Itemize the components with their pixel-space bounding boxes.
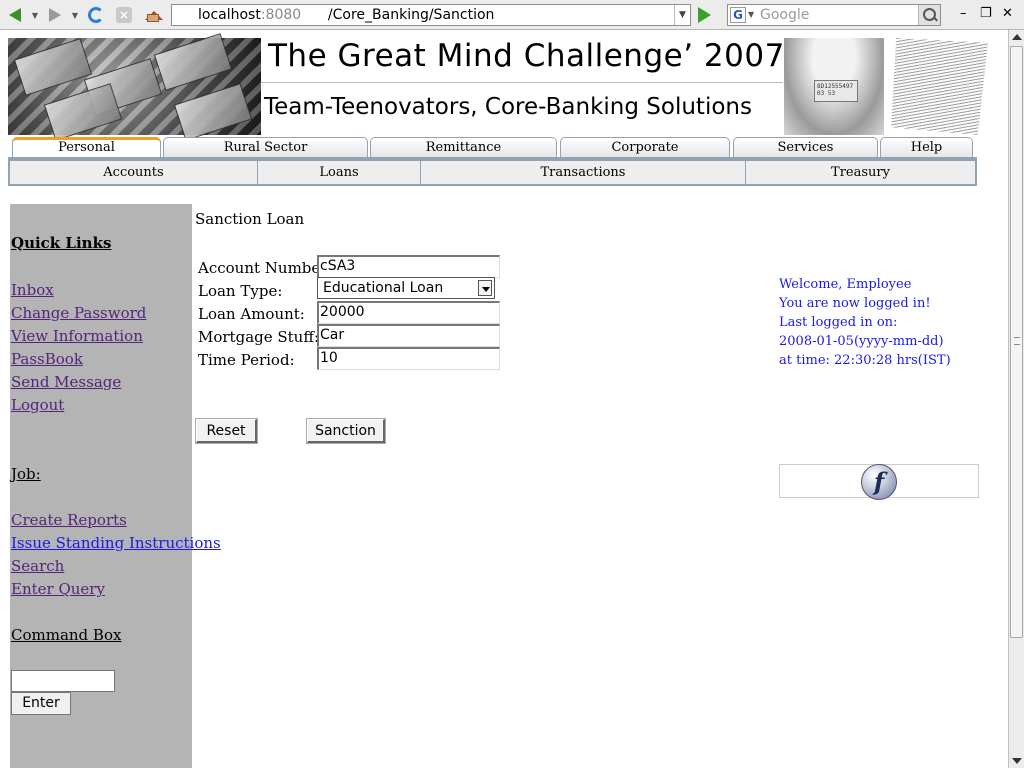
last-login-date: 2008-01-05(yyyy-mm-dd) (779, 334, 944, 349)
job-heading: Job: (11, 465, 41, 483)
sidebar-link-enter-query[interactable]: Enter Query (11, 580, 105, 598)
command-input[interactable] (11, 670, 115, 692)
url-port: :8080 (260, 7, 302, 23)
enter-button[interactable]: Enter (11, 692, 71, 715)
sidebar-link-create-reports[interactable]: Create Reports (11, 511, 127, 529)
stop-icon[interactable]: × (114, 4, 134, 26)
url-host: localhost (198, 7, 261, 23)
last-login-label: Last logged in on: (779, 315, 898, 330)
page-title: Sanction Loan (195, 210, 305, 228)
browser-toolbar: ▼ ▼ × localhost:8080 /Core_Banking/Sanct… (0, 0, 1024, 30)
subnav-accounts[interactable]: Accounts (10, 161, 258, 184)
vertical-scrollbar[interactable] (1008, 30, 1024, 768)
silver-bar-shape (43, 83, 123, 141)
subnav-loans[interactable]: Loans (258, 161, 421, 184)
mortgage-stuff-field[interactable]: Car (317, 324, 500, 347)
time-period-field[interactable]: 10 (317, 347, 500, 370)
home-icon-body (147, 14, 159, 22)
banner-title: The Great Mind Challenge’ 2007 (268, 38, 785, 74)
sidebar-link-logout[interactable]: Logout (11, 396, 64, 414)
loan-amount-label: Loan Amount: (198, 305, 305, 323)
scroll-up-icon[interactable] (1012, 34, 1022, 40)
reload-icon[interactable] (86, 4, 106, 26)
silver-bars-image (8, 33, 261, 141)
loan-type-select[interactable]: Educational Loan (317, 277, 495, 299)
scroll-down-icon[interactable] (1012, 758, 1022, 764)
back-history-dropdown-icon[interactable]: ▼ (30, 4, 40, 26)
money-stack-image (891, 38, 988, 135)
minimize-icon[interactable]: – (960, 6, 967, 21)
scrollbar-grip-icon (1014, 337, 1020, 345)
search-engine-dropdown-icon[interactable]: ▼ (748, 5, 754, 25)
loan-type-label: Loan Type: (198, 282, 283, 300)
quick-links-heading: Quick Links (11, 234, 112, 252)
url-bar[interactable]: localhost:8080 /Core_Banking/Sanction ▼ (171, 4, 691, 26)
sidebar-link-change-password[interactable]: Change Password (11, 304, 146, 322)
mortgage-stuff-label: Mortgage Stuff: (198, 328, 320, 346)
sidebar-link-view-information[interactable]: View Information (11, 327, 143, 345)
welcome-text: Welcome, Employee (779, 277, 912, 292)
search-placeholder: Google (760, 7, 810, 23)
search-engine-icon[interactable]: G (730, 7, 746, 23)
sidebar-link-search[interactable]: Search (11, 557, 64, 575)
sidebar-link-issue-standing-instructions[interactable]: Issue Standing Instructions (11, 534, 221, 552)
tab-services[interactable]: Services (733, 137, 878, 157)
tab-personal[interactable]: Personal (12, 137, 161, 157)
tab-corporate[interactable]: Corporate (560, 137, 730, 157)
tab-help[interactable]: Help (880, 137, 973, 157)
search-icon[interactable] (918, 5, 940, 25)
loan-type-value: Educational Loan (323, 280, 444, 296)
command-box-heading: Command Box (11, 626, 122, 644)
forward-history-dropdown-icon[interactable]: ▼ (70, 4, 80, 26)
close-icon[interactable]: ✕ (1002, 6, 1013, 21)
back-icon[interactable] (6, 4, 24, 26)
sidebar-link-passbook[interactable]: PassBook (11, 350, 83, 368)
go-icon[interactable] (698, 7, 711, 23)
sidebar-link-inbox[interactable]: Inbox (11, 281, 54, 299)
tab-rural-sector[interactable]: Rural Sector (163, 137, 368, 157)
flash-plugin-box[interactable]: f (779, 464, 979, 500)
last-login-time: at time: 22:30:28 hrs(IST) (779, 353, 951, 368)
tab-remittance[interactable]: Remittance (370, 137, 557, 157)
silver-bar-shape (13, 38, 93, 96)
banner-subtitle: Team-Teenovators, Core-Banking Solutions (264, 94, 752, 120)
sub-navigation: Accounts Loans Transactions Treasury (8, 159, 977, 186)
forward-icon[interactable] (46, 4, 64, 26)
search-input[interactable]: G ▼ Google (727, 4, 941, 26)
chevron-down-icon[interactable] (478, 280, 492, 296)
silver-bar-shape (153, 33, 233, 91)
restore-icon[interactable]: ❐ (980, 6, 992, 21)
account-number-field[interactable]: cSA3 (317, 255, 500, 278)
login-status-text: You are now logged in! (779, 296, 931, 311)
url-history-dropdown-icon[interactable]: ▼ (674, 5, 690, 25)
banner-divider (261, 82, 783, 83)
banner: The Great Mind Challenge’ 2007 Team-Teen… (8, 33, 988, 141)
sidebar-link-send-message[interactable]: Send Message (11, 373, 121, 391)
subnav-transactions[interactable]: Transactions (421, 161, 746, 184)
time-period-label: Time Period: (198, 351, 295, 369)
reset-button[interactable]: Reset (195, 418, 258, 444)
money-band-label: 8D12555497 03 53 (814, 80, 858, 102)
scrollbar-thumb[interactable] (1010, 46, 1023, 638)
subnav-treasury[interactable]: Treasury (746, 161, 975, 184)
account-number-label: Account Number: (198, 259, 333, 277)
sanction-button[interactable]: Sanction (306, 418, 386, 444)
loan-amount-field[interactable]: 20000 (317, 301, 500, 324)
silver-bar-shape (173, 83, 253, 141)
url-path: /Core_Banking/Sanction (327, 7, 495, 23)
flash-player-icon[interactable]: f (861, 464, 897, 500)
